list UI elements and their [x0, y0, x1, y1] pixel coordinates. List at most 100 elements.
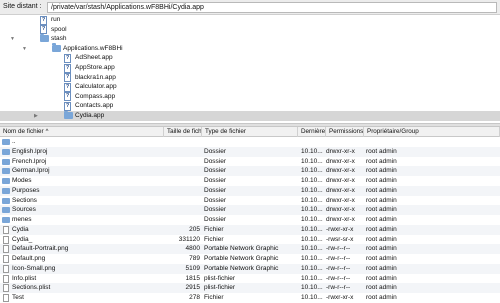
- file-name: ..: [12, 138, 16, 145]
- file-name: Purposes: [12, 186, 40, 194]
- file-owner: root admin: [366, 157, 397, 165]
- folder-icon: [2, 217, 10, 223]
- file-name: Icon-Small.png: [12, 264, 56, 272]
- disclosure-collapsed-icon[interactable]: ▶: [34, 111, 38, 121]
- file-size: 4800: [185, 245, 200, 253]
- tree-item[interactable]: ? Calculator.app: [0, 82, 500, 92]
- file-row[interactable]: Sources Dossier 10.10.... drwxr-xr-x root ad…: [0, 205, 500, 216]
- tree-item[interactable]: ? blackra1n.app: [0, 73, 500, 83]
- file-owner: root admin: [366, 147, 397, 155]
- file-date: 10.10....: [301, 147, 323, 155]
- file-row[interactable]: Cydia 205 Fichier 10.10.... -rwxr-xr-x root a…: [0, 224, 500, 235]
- file-row[interactable]: Cydia_ 331120 Fichier 10.10.... -rwsr-sr-x ro…: [0, 235, 500, 245]
- file-owner: root admin: [366, 245, 397, 253]
- file-row[interactable]: Default.png 789 Portable Network Graphic 10…: [0, 254, 500, 264]
- file-row[interactable]: Info.plist 1815 plist-fichier 10.10.... -rw-…: [0, 274, 500, 284]
- file-perm: -rw-r--r--: [326, 264, 351, 272]
- unknown-item-icon: ?: [64, 63, 71, 73]
- file-row[interactable]: Icon-Small.png 5109 Portable Network Graph…: [0, 263, 500, 274]
- file-row[interactable]: German.lproj Dossier 10.10.... drwxr-xr-x ro…: [0, 166, 500, 177]
- tree-item-label: blackra1n.app: [75, 73, 116, 81]
- file-perm: drwxr-xr-x: [326, 177, 355, 184]
- remote-site-bar: Site distant : /private/var/stash/Applic…: [0, 0, 500, 15]
- file-list[interactable]: .. English.lproj Dossier 10.10.... drwxr-xr-…: [0, 137, 500, 303]
- tree-item[interactable]: ? Contacts.app: [0, 101, 500, 111]
- tree-item-label: run: [51, 16, 61, 23]
- column-header-date[interactable]: Dernière m: [298, 127, 326, 137]
- file-date: 10.10....: [301, 225, 323, 233]
- column-header-owner[interactable]: Propriétaire/Group: [364, 127, 500, 137]
- file-name: Default.png: [12, 255, 46, 262]
- folder-icon: [40, 33, 49, 43]
- file-row[interactable]: French.lproj Dossier 10.10.... drwxr-xr-x ro…: [0, 157, 500, 167]
- file-icon: [3, 245, 9, 254]
- file-row[interactable]: menes Dossier 10.10.... drwxr-xr-x root admi…: [0, 215, 500, 225]
- file-row[interactable]: Sections.plist 2915 plist-fichier 10.10....…: [0, 283, 500, 294]
- file-row[interactable]: Sections Dossier 10.10.... drwxr-xr-x root a…: [0, 196, 500, 206]
- file-owner: root admin: [366, 186, 397, 194]
- remote-path-input[interactable]: /private/var/stash/Applications.wF8BHi/C…: [47, 2, 497, 13]
- file-owner: root admin: [366, 196, 397, 204]
- unknown-item-icon: ?: [40, 25, 47, 35]
- file-type: Fichier: [204, 235, 224, 243]
- tree-item[interactable]: ? spool: [0, 25, 500, 35]
- file-date: 10.10....: [301, 274, 323, 282]
- column-header-permissions[interactable]: Permissions: [326, 127, 364, 137]
- file-row[interactable]: Purposes Dossier 10.10.... drwxr-xr-x root a…: [0, 185, 500, 196]
- file-perm: -rw-r--r--: [326, 274, 351, 282]
- file-date: 10.10....: [301, 245, 323, 253]
- file-date: 10.10....: [301, 284, 323, 292]
- file-list-header: Nom de fichier ^ Taille de fich Type de f…: [0, 127, 500, 137]
- file-row[interactable]: Test 278 Fichier 10.10.... -rwxr-xr-x root ad…: [0, 293, 500, 303]
- file-type: Dossier: [204, 177, 227, 184]
- file-type: Fichier: [204, 294, 224, 301]
- file-type: Dossier: [204, 167, 227, 175]
- file-row[interactable]: ..: [0, 137, 500, 147]
- file-type: Fichier: [204, 225, 224, 233]
- file-row[interactable]: Modes Dossier 10.10.... drwxr-xr-x root admi…: [0, 176, 500, 186]
- file-owner: root admin: [366, 255, 397, 262]
- tree-item[interactable]: ? run: [0, 15, 500, 25]
- file-name: German.lproj: [12, 167, 50, 175]
- tree-item[interactable]: ▼ Applications.wF8BHi: [0, 43, 500, 54]
- file-name: Default-Portrait.png: [12, 245, 69, 253]
- tree-item[interactable]: ? AppStore.app: [0, 63, 500, 73]
- unknown-item-icon: ?: [64, 101, 71, 111]
- file-icon: [3, 274, 9, 283]
- file-date: 10.10....: [301, 264, 323, 272]
- unknown-item-icon: ?: [40, 15, 47, 25]
- folder-icon: [64, 110, 73, 119]
- folder-icon: [2, 158, 10, 165]
- file-name: Sections.plist: [12, 284, 51, 292]
- directory-tree[interactable]: ? run? spool ▼ stash ▼ Applications.wF8BHi? AdS…: [0, 15, 500, 123]
- column-header-type[interactable]: Type de fichier: [202, 127, 298, 137]
- file-perm: -rw-r--r--: [326, 255, 351, 262]
- disclosure-expanded-icon[interactable]: ▼: [10, 34, 15, 44]
- unknown-item-icon: ?: [64, 82, 71, 92]
- file-icon: [3, 264, 9, 273]
- file-owner: root admin: [366, 167, 397, 175]
- folder-icon: [2, 148, 10, 155]
- remote-site-label: Site distant :: [3, 3, 42, 10]
- tree-item-label: Calculator.app: [75, 83, 117, 91]
- column-header-name[interactable]: Nom de fichier ^: [0, 127, 164, 137]
- file-owner: root admin: [366, 206, 397, 214]
- file-row[interactable]: Default-Portrait.png 4800 Portable Network…: [0, 244, 500, 255]
- unknown-item-icon: ?: [64, 92, 71, 102]
- file-date: 10.10....: [301, 294, 323, 301]
- tree-item[interactable]: ? AdSheet.app: [0, 53, 500, 63]
- file-size: 278: [189, 294, 200, 301]
- file-row[interactable]: English.lproj Dossier 10.10.... drwxr-xr-x r…: [0, 146, 500, 157]
- tree-item[interactable]: ▼ stash: [0, 33, 500, 44]
- tree-item-label: AdSheet.app: [75, 54, 113, 62]
- folder-icon: [2, 178, 10, 184]
- unknown-item-icon: ?: [64, 73, 71, 83]
- file-date: 10.10....: [301, 206, 323, 214]
- file-perm: -rwsr-sr-x: [326, 235, 354, 243]
- tree-item[interactable]: ▶ Cydia.app: [0, 110, 500, 121]
- file-type: Portable Network Graphic: [204, 245, 279, 253]
- disclosure-expanded-icon[interactable]: ▼: [22, 44, 27, 54]
- file-type: Dossier: [204, 186, 227, 194]
- column-header-size[interactable]: Taille de fich: [164, 127, 202, 137]
- tree-item[interactable]: ? Compass.app: [0, 92, 500, 102]
